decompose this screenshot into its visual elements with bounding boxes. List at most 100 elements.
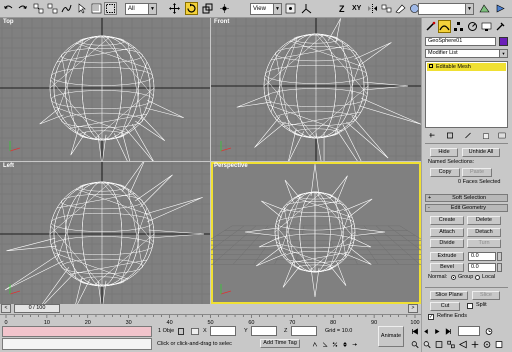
current-frame-field[interactable] [458, 326, 480, 336]
viewport-label-top[interactable]: Top [3, 19, 14, 25]
align-icon[interactable] [380, 2, 393, 15]
track-bar[interactable]: 0 10 20 30 40 50 60 70 80 90 100 [0, 314, 421, 326]
motion-tab-icon[interactable] [466, 20, 479, 33]
set-key-icon[interactable] [351, 340, 359, 348]
bevel-button[interactable]: Bevel [430, 263, 464, 272]
maxscript-listener-mini[interactable] [2, 326, 152, 337]
select-and-manipulate-icon[interactable] [218, 2, 231, 15]
modify-tab-icon[interactable] [438, 20, 451, 33]
extrude-amount-field[interactable]: 0.0 [468, 252, 496, 261]
viewport-label-left[interactable]: Left [3, 163, 14, 169]
bind-to-space-warp-icon[interactable] [60, 2, 73, 15]
show-end-result-icon[interactable] [445, 130, 455, 140]
render-scene-icon[interactable] [478, 2, 491, 15]
arc-rotate-icon[interactable] [482, 339, 492, 349]
viewport-left[interactable]: Left [0, 162, 210, 304]
divide-button[interactable]: Divide [430, 239, 464, 248]
viewport-top[interactable]: Top [0, 18, 210, 161]
spinner-snap-icon[interactable] [341, 340, 349, 348]
viewport-perspective[interactable]: Perspective [211, 162, 421, 304]
bevel-amount-field[interactable]: 0.0 [468, 263, 496, 272]
group-radio[interactable] [451, 275, 456, 280]
extrude-button[interactable]: Extrude [430, 252, 464, 261]
create-tab-icon[interactable] [424, 20, 437, 33]
select-and-rotate-icon[interactable] [185, 2, 198, 15]
hide-button[interactable]: Hide [430, 148, 458, 157]
quick-render-icon[interactable] [494, 2, 507, 15]
restrict-to-x-icon[interactable] [300, 2, 313, 15]
copy-button[interactable]: Copy [430, 168, 460, 177]
utilities-tab-icon[interactable] [494, 20, 507, 33]
pin-stack-icon[interactable] [427, 130, 437, 140]
create-button[interactable]: Create [430, 216, 464, 225]
restrict-to-z-button[interactable]: Z [339, 3, 345, 15]
display-tab-icon[interactable] [480, 20, 493, 33]
go-to-start-icon[interactable] [410, 326, 420, 336]
next-frame-icon[interactable] [443, 326, 453, 336]
z-coordinate-field[interactable] [291, 326, 317, 336]
refine-ends-checkbox[interactable]: ✓ [428, 314, 434, 320]
named-selection-sets-icon[interactable] [394, 2, 407, 15]
object-color-swatch[interactable] [499, 37, 508, 46]
rectangular-selection-region-icon[interactable] [104, 2, 117, 15]
x-coordinate-field[interactable] [210, 326, 236, 336]
undo-icon[interactable] [2, 2, 15, 15]
field-of-view-icon[interactable] [458, 339, 468, 349]
next-frame-icon[interactable]: > [408, 304, 418, 313]
restrict-to-xy-button[interactable]: XY [352, 3, 361, 15]
object-name-field[interactable]: GeoSphere01 [425, 37, 496, 46]
turn-button[interactable]: Turn [467, 239, 501, 248]
zoom-extents-all-icon[interactable] [446, 339, 456, 349]
make-unique-icon[interactable] [463, 130, 473, 140]
unlink-selection-icon[interactable] [46, 2, 59, 15]
redo-icon[interactable] [16, 2, 29, 15]
angle-snap-icon[interactable] [321, 340, 329, 348]
select-and-link-icon[interactable] [32, 2, 45, 15]
cut-button[interactable]: Cut [430, 302, 460, 311]
slice-button[interactable]: Slice [472, 291, 500, 300]
use-pivot-point-center-icon[interactable] [284, 2, 297, 15]
local-radio[interactable] [475, 275, 480, 280]
reference-coordinate-dropdown[interactable]: View ▼ [250, 3, 282, 15]
time-configuration-icon[interactable] [484, 326, 494, 336]
time-slider-thumb[interactable]: 0 / 100 [14, 304, 60, 313]
delete-button[interactable]: Delete [467, 216, 501, 225]
named-selection-dropdown[interactable]: ▼ [418, 3, 474, 15]
detach-button[interactable]: Detach [467, 228, 501, 237]
add-time-tag-button[interactable]: Add Time Tag [260, 339, 300, 348]
zoom-all-icon[interactable] [422, 339, 432, 349]
edit-geometry-rollout[interactable]: - Edit Geometry [425, 204, 508, 212]
zoom-extents-icon[interactable] [434, 339, 444, 349]
paste-button[interactable]: Paste [462, 168, 492, 177]
stack-item-editable-mesh[interactable]: Editable Mesh [427, 63, 506, 71]
select-and-scale-icon[interactable] [201, 2, 214, 15]
zoom-icon[interactable] [410, 339, 420, 349]
select-and-move-icon[interactable] [168, 2, 181, 15]
hierarchy-tab-icon[interactable] [452, 20, 465, 33]
remove-modifier-icon[interactable] [481, 130, 491, 140]
viewport-front[interactable]: Front [211, 18, 421, 161]
play-icon[interactable] [432, 326, 442, 336]
prev-frame-icon[interactable]: < [1, 304, 11, 313]
expand-icon[interactable] [429, 64, 433, 68]
selection-filter-dropdown[interactable]: All ▼ [125, 3, 157, 15]
bevel-spinner[interactable] [497, 263, 502, 272]
time-slider-track[interactable]: < 0 / 100 > [0, 304, 421, 313]
lock-selection-icon[interactable] [178, 328, 184, 335]
previous-frame-icon[interactable] [421, 326, 431, 336]
animate-button[interactable]: Animate [378, 326, 404, 347]
pan-icon[interactable] [470, 339, 480, 349]
absolute-mode-icon[interactable] [191, 328, 199, 335]
unhide-all-button[interactable]: Unhide All [462, 148, 500, 157]
select-by-name-icon[interactable] [90, 2, 103, 15]
viewport-label-front[interactable]: Front [214, 19, 229, 25]
mirror-icon[interactable] [366, 2, 379, 15]
configure-modifier-sets-icon[interactable] [497, 130, 507, 140]
slice-plane-button[interactable]: Slice Plane [430, 291, 468, 300]
attach-button[interactable]: Attach [430, 228, 464, 237]
viewport-label-perspective[interactable]: Perspective [214, 163, 248, 169]
maxscript-output-mini[interactable] [2, 338, 152, 350]
y-coordinate-field[interactable] [251, 326, 277, 336]
snap-toggle-icon[interactable] [311, 340, 319, 348]
split-checkbox[interactable] [467, 303, 473, 309]
